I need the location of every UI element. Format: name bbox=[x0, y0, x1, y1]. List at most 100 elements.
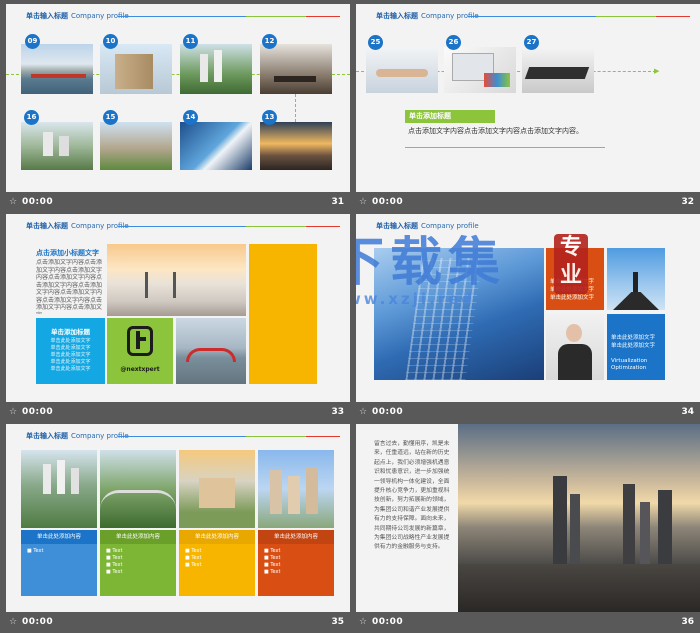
box-lines: 单击此处添加文字 单击此处添加文字 单击此处添加文字 单击此处添加文字 单击此处添加文字 bbox=[50, 338, 91, 372]
aerial-district-photo bbox=[21, 450, 97, 528]
slide-number: 34 bbox=[681, 407, 694, 417]
card-bullet: ■ Text ■ Text ■ Text ■ Text bbox=[106, 548, 123, 575]
number-badge: 26 bbox=[446, 35, 461, 50]
slide-footer: ☆ 00:00 33 bbox=[6, 402, 350, 423]
glass-photo bbox=[180, 122, 252, 170]
number-badge: 27 bbox=[524, 35, 539, 50]
slide-thumb-31[interactable]: 单击输入标题 Company profile 09 10 11 12 16 15… bbox=[6, 4, 350, 213]
card-bullet: ■ Text bbox=[27, 548, 44, 554]
title-tag: 单击添加标题 bbox=[405, 110, 495, 123]
slide-number: 35 bbox=[331, 617, 344, 627]
slide-thumb-34[interactable]: 单击输入标题 Company profile 单击此处添加文字 单击此处添加文字 单击… bbox=[356, 214, 700, 423]
slide-canvas: 单击输入标题 Company profile ▶ 25 26 27 单击添加标题 … bbox=[356, 4, 700, 192]
blue-box: 单击此处添加文字 单击此处添加文字 Virtualization Optimizat… bbox=[607, 314, 665, 380]
slide-number: 32 bbox=[681, 197, 694, 207]
slide-time: 00:00 bbox=[372, 617, 404, 627]
transition-icon[interactable]: ☆ bbox=[9, 407, 17, 417]
fog-bridge-photo bbox=[107, 244, 246, 316]
body-text: 点击添加文字内容点击添加文字内容点击添加文字内容点击添加文字内容点击添加文字内容… bbox=[36, 259, 103, 314]
office-photo bbox=[260, 44, 332, 94]
header-line bbox=[246, 226, 306, 227]
body-text: 点击添加文字内容点击添加文字内容点击添加文字内容。 bbox=[408, 127, 583, 135]
blue-box-en: Virtualization Optimization bbox=[611, 358, 648, 371]
slide-footer: ☆ 00:00 36 bbox=[356, 612, 700, 633]
apartment-photo bbox=[100, 44, 172, 94]
card-bullet: ■ Text ■ Text ■ Text bbox=[185, 548, 202, 568]
yellow-card: 单击此处添加内容 ■ Text ■ Text ■ Text bbox=[179, 530, 255, 596]
blue-box-text: 单击此处添加文字 单击此处添加文字 bbox=[611, 335, 656, 349]
orange-card: 单击此处添加内容 ■ Text ■ Text ■ Text ■ Text bbox=[258, 530, 334, 596]
number-badge: 10 bbox=[103, 34, 118, 49]
slide-header: 单击输入标题 Company profile bbox=[376, 222, 479, 230]
header-line bbox=[118, 226, 246, 227]
slide-footer: ☆ 00:00 34 bbox=[356, 402, 700, 423]
transition-icon[interactable]: ☆ bbox=[359, 407, 367, 417]
slide-canvas: 单击输入标题 Company profile 点击添加小标题文字 点击添加文字内容… bbox=[6, 214, 350, 402]
slide-number: 33 bbox=[331, 407, 344, 417]
number-badge: 25 bbox=[368, 35, 383, 50]
header-line bbox=[118, 16, 246, 17]
subheading: 点击添加小标题文字 bbox=[36, 249, 99, 257]
card-title: 单击此处添加内容 bbox=[258, 530, 334, 544]
header-line bbox=[468, 16, 596, 17]
laptop-photo bbox=[444, 47, 516, 93]
transition-icon[interactable]: ☆ bbox=[9, 617, 17, 627]
slide-time: 00:00 bbox=[22, 407, 54, 417]
bridge-photo bbox=[21, 44, 93, 94]
slide-header: 单击输入标题 Company profile bbox=[26, 222, 129, 230]
red-box: 单击此处添加文字 单击此处添加文字 单击此处添加文字 bbox=[546, 248, 604, 310]
slide-time: 00:00 bbox=[372, 407, 404, 417]
number-badge: 14 bbox=[183, 110, 198, 125]
slide-number: 36 bbox=[681, 617, 694, 627]
handshake-photo bbox=[366, 47, 438, 93]
number-badge: 09 bbox=[25, 34, 40, 49]
high-rise-photo bbox=[258, 450, 334, 528]
twitter-icon bbox=[127, 326, 153, 356]
transition-icon[interactable]: ☆ bbox=[359, 617, 367, 627]
number-badge: 11 bbox=[183, 34, 198, 49]
slide-canvas: 单击输入标题 Company profile 09 10 11 12 16 15… bbox=[6, 4, 350, 192]
slide-footer: ☆ 00:00 32 bbox=[356, 192, 700, 213]
card-title: 单击此处添加内容 bbox=[21, 530, 97, 544]
slide-time: 00:00 bbox=[22, 617, 54, 627]
header-line bbox=[306, 226, 340, 227]
header-line bbox=[246, 16, 306, 17]
slide-footer: ☆ 00:00 35 bbox=[6, 612, 350, 633]
arrow-icon: ▶ bbox=[654, 67, 660, 75]
skyscraper-photo bbox=[374, 248, 544, 380]
underline bbox=[405, 147, 605, 148]
district-photo bbox=[21, 122, 93, 170]
businesswoman-photo bbox=[546, 314, 604, 380]
header-line bbox=[596, 16, 656, 17]
slide-thumb-32[interactable]: 单击输入标题 Company profile ▶ 25 26 27 单击添加标题 … bbox=[356, 4, 700, 213]
slide-thumb-36[interactable]: 留言过去，勤懂用序，凯是未来，任重道远，站在新的历史起点上，我们必须增强机遇意识… bbox=[356, 424, 700, 633]
transition-icon[interactable]: ☆ bbox=[359, 197, 367, 207]
cyan-box: 单击添加标题 单击此处添加文字 单击此处添加文字 单击此处添加文字 单击此处添加文字单… bbox=[36, 318, 105, 384]
slide-canvas: 单击输入标题 Company profile 单击此处添加内容 ■ Text 单击… bbox=[6, 424, 350, 612]
towers-photo bbox=[180, 44, 252, 94]
header-line bbox=[118, 436, 246, 437]
box-title: 单击添加标题 bbox=[51, 328, 90, 336]
header-line bbox=[306, 16, 340, 17]
slide-time: 00:00 bbox=[22, 197, 54, 207]
card-title: 单击此处添加内容 bbox=[179, 530, 255, 544]
villa-photo bbox=[100, 122, 172, 170]
header-line bbox=[306, 436, 340, 437]
slide-thumb-35[interactable]: 单击输入标题 Company profile 单击此处添加内容 ■ Text 单击… bbox=[6, 424, 350, 633]
slide-canvas: 单击输入标题 Company profile 单击此处添加文字 单击此处添加文字 单击… bbox=[356, 214, 700, 402]
slide-header: 单击输入标题 Company profile bbox=[26, 12, 129, 20]
paragraph-text: 留言过去，勤懂用序，凯是未来，任重道远，站在新的历史起点上，我们必须增强机遇意识… bbox=[374, 441, 450, 551]
card-title: 单击此处添加内容 bbox=[100, 530, 176, 544]
blue-card: 单击此处添加内容 ■ Text bbox=[21, 530, 97, 596]
transition-icon[interactable]: ☆ bbox=[9, 197, 17, 207]
green-card: 单击此处添加内容 ■ Text ■ Text ■ Text ■ Text bbox=[100, 530, 176, 596]
red-bridge-photo bbox=[176, 318, 246, 384]
slide-header: 单击输入标题 Company profile bbox=[376, 12, 479, 20]
red-box-text: 单击此处添加文字 单击此处添加文字 单击此处添加文字 bbox=[550, 279, 595, 301]
slide-thumb-33[interactable]: 单击输入标题 Company profile 点击添加小标题文字 点击添加文字内容… bbox=[6, 214, 350, 423]
card-bullet: ■ Text ■ Text ■ Text ■ Text bbox=[264, 548, 281, 575]
sunset-city-photo bbox=[260, 122, 332, 170]
summit-photo bbox=[607, 248, 665, 310]
keyboard-photo bbox=[522, 47, 594, 93]
number-badge: 16 bbox=[24, 110, 39, 125]
